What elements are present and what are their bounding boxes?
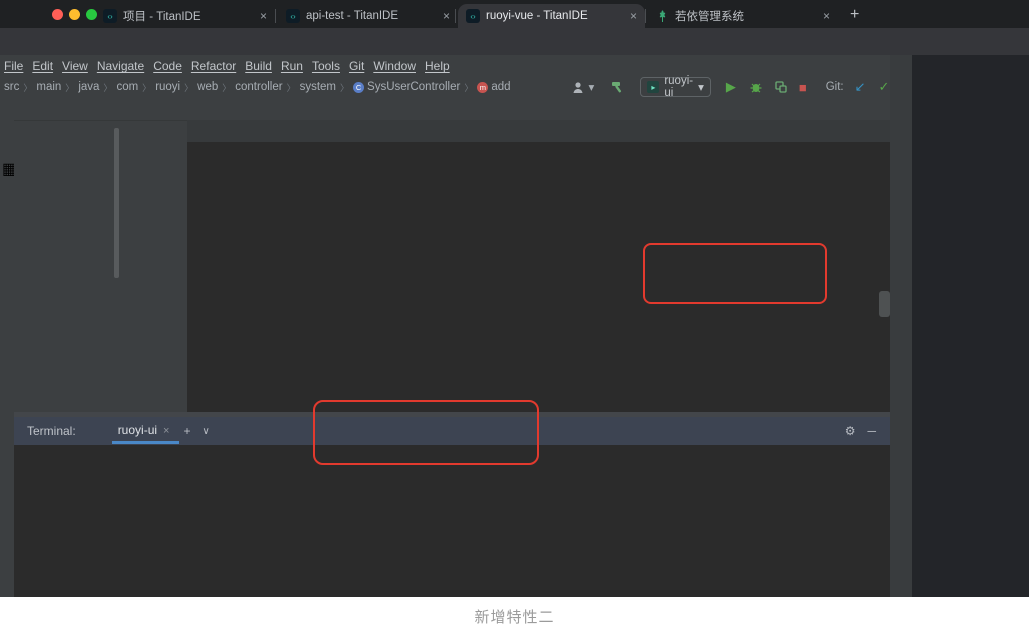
terminal-header: Terminal: ruoyi-ui × + ∨ ⚙ ─ <box>14 417 890 445</box>
breadcrumb-item-web[interactable]: web <box>197 81 218 93</box>
debug-bug-icon[interactable] <box>749 80 763 94</box>
browser-tab-3[interactable]: ‹› ruoyi-vue - TitanIDE × <box>458 4 645 28</box>
menu-item-window[interactable]: Window <box>373 59 416 73</box>
browser-tab-title: 若依管理系统 <box>675 8 817 24</box>
browser-tab-title: 项目 - TitanIDE <box>123 8 254 24</box>
browser-tab-strip: ‹›项目 - TitanIDE×‹›api-test - TitanIDE×‹›… <box>0 0 1029 28</box>
breadcrumb: src〉main〉java〉com〉ruoyi〉web〉controller〉s… <box>4 77 1029 97</box>
run-config-selector[interactable]: ▸ruoyi-ui▾ <box>640 77 711 97</box>
breadcrumb-separator: 〉 <box>339 81 350 94</box>
breadcrumb-item-src[interactable]: src <box>4 81 19 93</box>
titanide-sidebar <box>912 55 1029 597</box>
titanide-favicon-icon: ‹› <box>103 9 117 23</box>
browser-tab-title: api-test - TitanIDE <box>306 10 437 22</box>
tab-separator <box>455 9 456 23</box>
breadcrumb-separator: 〉 <box>64 81 75 94</box>
breadcrumb-separator: 〉 <box>463 81 474 94</box>
dropdown-arrow-icon[interactable]: ▾ <box>589 80 595 94</box>
screenshot-root: ‹›项目 - TitanIDE×‹›api-test - TitanIDE×‹›… <box>0 0 1029 636</box>
new-tab-button[interactable]: + <box>850 6 859 24</box>
menu-item-navigate[interactable]: Navigate <box>97 59 144 73</box>
minimize-window-button[interactable] <box>69 9 80 20</box>
titanide-favicon-icon: ‹› <box>286 9 300 23</box>
project-panel-header <box>14 97 187 121</box>
titanide-favicon-icon: ‹› <box>466 9 480 23</box>
method-icon: m <box>477 82 488 93</box>
breadcrumb-separator: 〉 <box>141 81 152 94</box>
breadcrumb-method-name[interactable]: add <box>491 81 510 93</box>
git-label: Git: <box>826 81 844 93</box>
breadcrumb-class-name[interactable]: SysUserController <box>367 81 460 93</box>
caption-text: 新增特性二 <box>0 597 1029 636</box>
git-commit-icon[interactable]: ✓ <box>879 79 890 95</box>
menu-item-git[interactable]: Git <box>349 59 364 73</box>
stop-button[interactable]: ■ <box>799 80 807 95</box>
breadcrumb-separator: 〉 <box>221 81 232 94</box>
class-icon: C <box>353 82 364 93</box>
terminal-tab-ruoyi-ui[interactable]: ruoyi-ui <box>118 423 157 439</box>
browser-tab-1[interactable]: ‹› 项目 - TitanIDE × <box>95 4 275 28</box>
browser-tab-title: ruoyi-vue - TitanIDE <box>486 10 624 22</box>
coverage-icon[interactable] <box>774 80 788 94</box>
terminal-hide-icon[interactable]: ─ <box>867 424 876 438</box>
editor-scrollbar[interactable] <box>879 291 890 317</box>
breadcrumb-item-com[interactable]: com <box>116 81 138 93</box>
tab-separator <box>275 9 276 23</box>
terminal-tab-close-icon[interactable]: × <box>163 425 169 437</box>
tab-close-icon[interactable]: × <box>260 9 267 23</box>
ruoyi-leaf-icon <box>656 10 669 23</box>
breadcrumb-separator: 〉 <box>22 81 33 94</box>
breadcrumb-item-controller[interactable]: controller <box>235 81 282 93</box>
breadcrumb-item-system[interactable]: system <box>300 81 336 93</box>
terminal-dropdown-icon[interactable]: ∨ <box>203 426 210 437</box>
menu-item-code[interactable]: Code <box>153 59 182 73</box>
menu-item-view[interactable]: View <box>62 59 88 73</box>
project-tree-scrollbar[interactable] <box>114 128 119 278</box>
terminal-settings-gear-icon[interactable]: ⚙ <box>845 424 856 438</box>
browser-tab-4[interactable]: 若依管理系统 × <box>648 4 838 28</box>
breadcrumb-item-java[interactable]: java <box>78 81 99 93</box>
menu-item-tools[interactable]: Tools <box>312 59 340 73</box>
browser-toolbar: ← → ↻ start.titanide.cn/ide/web/coding/r… <box>0 28 1029 55</box>
terminal-label: Terminal: <box>27 424 76 438</box>
tab-separator <box>645 9 646 23</box>
close-window-button[interactable] <box>52 9 63 20</box>
run-config-name: ruoyi-ui <box>664 75 693 99</box>
tab-close-icon[interactable]: × <box>823 9 830 23</box>
left-toolwindow-bar: ▦ <box>0 97 15 597</box>
titanide-window: File Edit View Navigate Code Refactor Build Run… <box>0 55 1029 597</box>
menu-item-run[interactable]: Run <box>281 59 303 73</box>
menu-item-build[interactable]: Build <box>245 59 272 73</box>
breadcrumb-separator: 〉 <box>183 81 194 94</box>
tab-close-icon[interactable]: × <box>630 9 637 23</box>
editor-tab-bar <box>187 97 890 121</box>
breadcrumb-separator: 〉 <box>102 81 113 94</box>
tab-close-icon[interactable]: × <box>443 9 450 23</box>
browser-tab-2[interactable]: ‹› api-test - TitanIDE × <box>278 4 458 28</box>
run-button[interactable]: ▶ <box>726 79 736 95</box>
build-hammer-icon[interactable] <box>611 80 625 94</box>
menu-item-help[interactable]: Help <box>425 59 450 73</box>
terminal-new-session-icon[interactable]: + <box>183 424 190 438</box>
breadcrumb-item-ruoyi[interactable]: ruoyi <box>155 81 180 93</box>
menu-item-refactor[interactable]: Refactor <box>191 59 236 73</box>
run-config-dropdown-icon: ▾ <box>698 80 704 94</box>
breadcrumb-item-main[interactable]: main <box>36 81 61 93</box>
menu-item-file[interactable]: File <box>4 59 23 73</box>
terminal-output[interactable] <box>14 445 890 597</box>
project-panel <box>14 97 188 423</box>
right-toolwindow-bar <box>890 55 912 597</box>
ide-menubar: File Edit View Navigate Code Refactor Build Run… <box>4 55 450 77</box>
menu-item-edit[interactable]: Edit <box>32 59 53 73</box>
git-update-icon[interactable]: ↙ <box>855 79 866 95</box>
find-bar <box>187 120 890 143</box>
breadcrumb-separator: 〉 <box>286 81 297 94</box>
user-profile-icon[interactable] <box>572 81 584 94</box>
